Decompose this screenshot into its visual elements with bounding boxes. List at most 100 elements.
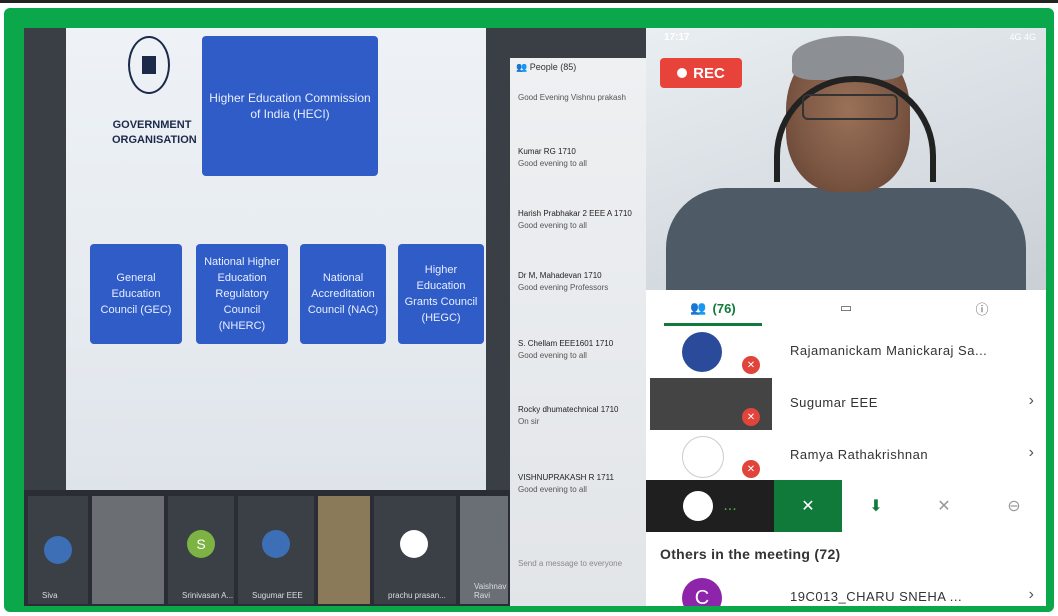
participant-tile[interactable]: S Srinivasan A... bbox=[168, 496, 234, 604]
chat-message: VISHNUPRAKASH R 1711 Good evening to all bbox=[518, 472, 614, 496]
gec-box: General Education Council (GEC) bbox=[90, 244, 182, 344]
chat-text: Good Evening Vishnu prakash bbox=[518, 93, 626, 102]
rec-label: REC bbox=[693, 64, 725, 82]
avatar: S bbox=[187, 530, 215, 558]
meet-chat-panel: 👥 People (85) Good Evening Vishnu prakas… bbox=[510, 58, 646, 606]
people-icon: 👥 bbox=[516, 62, 530, 72]
hegc-box: Higher Education Grants Council (HEGC) bbox=[398, 244, 484, 344]
participant-name: Sugumar EEE bbox=[790, 395, 878, 410]
participant-tiles: Siva S Srinivasan A... Sugumar EEE prach… bbox=[24, 490, 510, 606]
chat-text: Good evening to all bbox=[518, 159, 587, 168]
pin-button[interactable]: ⬇ bbox=[846, 480, 906, 532]
chat-message: Dr M, Mahadevan 1710 Good evening Profess… bbox=[518, 270, 608, 294]
people-tab[interactable]: 👥 People (85) bbox=[516, 62, 576, 73]
tab-info[interactable]: ⓘ bbox=[932, 290, 1032, 326]
participant-tile[interactable]: Sugumar EEE bbox=[238, 496, 314, 604]
chat-message: S. Chellam EEE1601 1710 Good evening to a… bbox=[518, 338, 613, 362]
chevron-right-icon[interactable]: › bbox=[1029, 586, 1034, 604]
speaker-hair bbox=[792, 36, 904, 80]
avatar bbox=[682, 436, 724, 478]
tab-people[interactable]: 👥 (76) bbox=[664, 290, 762, 326]
chat-sender: VISHNUPRAKASH R 1711 bbox=[518, 473, 614, 482]
chat-message: Good Evening Vishnu prakash bbox=[518, 92, 626, 104]
gov-label-line2: ORGANISATION bbox=[112, 134, 197, 146]
close-button[interactable]: ✕ bbox=[774, 480, 842, 532]
chat-sender: S. Chellam EEE1601 1710 bbox=[518, 339, 614, 348]
chat-sender: Dr M, Mahadevan 1710 bbox=[518, 271, 602, 280]
participant-tile[interactable]: Vaishnav Ravi bbox=[460, 496, 508, 604]
mic-off-icon: ✕ bbox=[937, 498, 951, 515]
close-icon: ✕ bbox=[801, 498, 815, 515]
remove-button[interactable]: ⊖ bbox=[982, 480, 1046, 532]
info-icon: ⓘ bbox=[975, 301, 989, 317]
chat-sender: Kumar RG 1710 bbox=[518, 147, 576, 156]
mic-off-icon: ✕ bbox=[742, 408, 760, 426]
chat-message: Kumar RG 1710 Good evening to all bbox=[518, 146, 587, 170]
avatar bbox=[683, 491, 714, 521]
tile-label: Vaishnav Ravi bbox=[474, 582, 507, 600]
gov-label: GOVERNMENT ORGANISATION bbox=[112, 118, 197, 148]
mic-off-icon: ✕ bbox=[742, 356, 760, 374]
chat-text: Good evening to all bbox=[518, 351, 587, 360]
tab-chat[interactable]: ▭ bbox=[796, 290, 896, 326]
top-border bbox=[0, 0, 1058, 3]
tile-label: Siva bbox=[42, 591, 58, 600]
chat-text: Good evening to all bbox=[518, 485, 587, 494]
chat-message: Rocky dhumatechnical 1710 On sir bbox=[518, 404, 619, 428]
chat-sender: Rocky dhumatechnical 1710 bbox=[518, 405, 619, 414]
more-dots-icon: ... bbox=[723, 497, 737, 514]
mute-button[interactable]: ✕ bbox=[912, 480, 976, 532]
chat-text: Good evening Professors bbox=[518, 283, 609, 292]
participant-row[interactable]: C 19C013_CHARU SNEHA ... › bbox=[646, 572, 1046, 606]
remove-icon: ⊖ bbox=[1007, 498, 1021, 515]
record-dot-icon bbox=[677, 68, 688, 78]
participant-tile[interactable]: prachu prasan... bbox=[374, 496, 456, 604]
avatar bbox=[400, 530, 428, 558]
chevron-right-icon[interactable]: › bbox=[1029, 392, 1034, 410]
tile-label: Sugumar EEE bbox=[252, 591, 303, 600]
status-time: 17:17 bbox=[664, 32, 690, 43]
participant-name: Ramya Rathakrishnan bbox=[790, 447, 929, 462]
participant-name: Rajamanickam Manickaraj Sa... bbox=[790, 343, 988, 358]
chat-text: On sir bbox=[518, 417, 540, 426]
speaker-shirt bbox=[666, 188, 1026, 290]
mic-off-icon: ✕ bbox=[742, 460, 760, 478]
others-section-title: Others in the meeting (72) bbox=[660, 546, 841, 562]
chevron-right-icon[interactable]: › bbox=[1029, 444, 1034, 462]
participant-row[interactable]: ✕ Ramya Rathakrishnan › bbox=[646, 430, 1046, 483]
rec-badge: REC bbox=[660, 58, 742, 88]
participant-row[interactable]: ✕ Sugumar EEE › bbox=[646, 378, 1046, 431]
avatar bbox=[262, 530, 290, 558]
avatar bbox=[44, 536, 72, 564]
nherc-box: National Higher Education Regulatory Cou… bbox=[196, 244, 288, 344]
avatar bbox=[682, 332, 722, 372]
phone-screen: 17:17 4G 4G REC 👥 (76) ▭ ⓘ ✕ Rajamanicka… bbox=[646, 28, 1046, 606]
laptop-screen-photo: GOVERNMENT ORGANISATION Higher Education… bbox=[24, 28, 646, 606]
participant-tile[interactable] bbox=[92, 496, 164, 604]
nac-box: National Accreditation Council (NAC) bbox=[300, 244, 386, 344]
people-icon: 👥 bbox=[690, 300, 707, 315]
gov-label-line1: GOVERNMENT bbox=[112, 119, 192, 131]
tile-label: prachu prasan... bbox=[388, 591, 446, 600]
status-signal: 4G 4G bbox=[1009, 32, 1036, 42]
participant-tile[interactable] bbox=[318, 496, 370, 604]
people-count: People (85) bbox=[529, 62, 577, 72]
avatar: C bbox=[682, 578, 722, 606]
chat-sender: Harish Prabhakar 2 EEE A 1710 bbox=[518, 209, 632, 218]
phone-tabs: 👥 (76) ▭ ⓘ bbox=[646, 290, 1046, 327]
chat-text: Good evening to all bbox=[518, 221, 587, 230]
participant-row[interactable]: ✕ Rajamanickam Manickaraj Sa... bbox=[646, 326, 1046, 379]
chat-icon: ▭ bbox=[839, 300, 853, 315]
chat-message: Harish Prabhakar 2 EEE A 1710 Good evenin… bbox=[518, 208, 632, 232]
pin-icon: ⬇ bbox=[869, 498, 883, 515]
speaker-video: 17:17 4G 4G REC bbox=[646, 28, 1046, 290]
participant-controls: ... ✕ ⬇ ✕ ⊖ bbox=[646, 480, 1046, 532]
chat-input[interactable]: Send a message to everyone bbox=[518, 558, 622, 570]
government-emblem-icon bbox=[128, 36, 170, 94]
heci-box: Higher Education Commission of India (HE… bbox=[202, 36, 378, 176]
participant-tile[interactable]: Siva bbox=[28, 496, 88, 604]
pin-tile[interactable]: ... bbox=[646, 480, 774, 532]
participant-name: 19C013_CHARU SNEHA ... bbox=[790, 589, 963, 604]
presentation-slide: GOVERNMENT ORGANISATION Higher Education… bbox=[66, 28, 486, 490]
glasses bbox=[802, 94, 898, 120]
